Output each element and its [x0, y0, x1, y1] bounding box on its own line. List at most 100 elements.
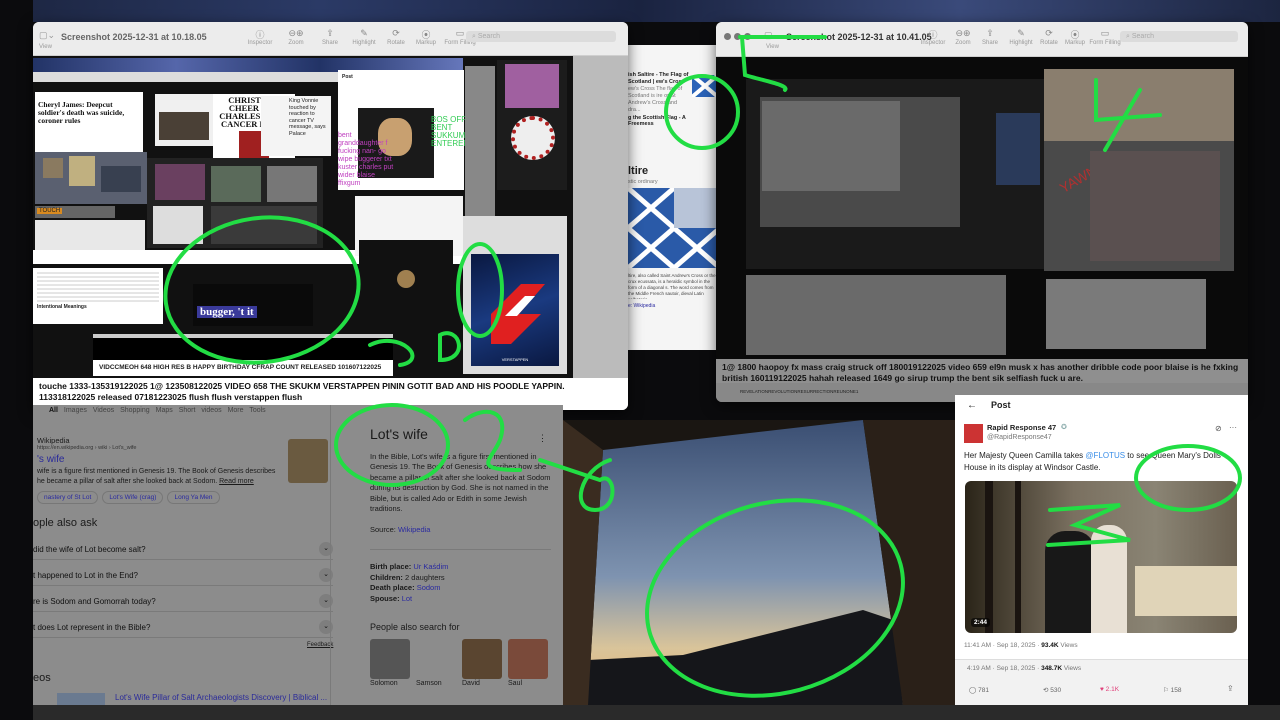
tab-tools[interactable]: Tools — [249, 407, 265, 414]
like-button[interactable]: ♥ 2.1K — [1100, 686, 1119, 693]
tab-maps[interactable]: Maps — [156, 407, 173, 414]
tab-shopping[interactable]: Shopping — [120, 407, 150, 414]
inspector-button[interactable]: ⓘ Inspector — [916, 28, 950, 46]
search-input[interactable]: ⌕ Search — [466, 31, 616, 42]
fact-label: Children: — [370, 572, 403, 582]
sidebar-toggle-icon[interactable]: ▢⌄ — [764, 30, 780, 41]
views-label: Views — [1058, 642, 1078, 649]
result-title[interactable]: 's wife — [37, 454, 277, 465]
markup-button[interactable]: ⦿ Markup — [1058, 28, 1092, 46]
window-toolbar: ▢⌄ View Screenshot 2025-12-31 at 10.41.0… — [716, 22, 1248, 57]
share-button[interactable]: ⇪ Share — [313, 28, 347, 46]
knowledge-panel: Lot's wife ⋮ In the Bible, Lot's wife is… — [330, 405, 563, 705]
related-chip[interactable]: Lot's Wife (crag) — [102, 491, 164, 504]
video-result-link[interactable]: Lot's Wife Pillar of Salt Archaeologists… — [115, 693, 327, 702]
highlight-icon: ✎ — [360, 28, 368, 38]
paa-item[interactable]: did the wife of Lot become salt? ⌄ — [33, 539, 333, 560]
result-title[interactable]: g the Scottish Flag - A Freemess — [628, 115, 690, 127]
google-search-results: All Images Videos Shopping Maps Short vi… — [33, 405, 563, 705]
reply-button[interactable]: ◯ 781 — [969, 686, 989, 694]
paa-item[interactable]: t happened to Lot in the End? ⌄ — [33, 565, 333, 586]
desktop-wallpaper-strip — [0, 0, 1280, 22]
highlight-button[interactable]: ✎ Highlight — [347, 28, 381, 46]
video-player[interactable]: 2:44 — [965, 481, 1237, 633]
grok-icon[interactable]: ⊘ — [1215, 424, 1222, 433]
related-chip[interactable]: Long Ya Men — [167, 491, 220, 504]
flag-images — [626, 186, 722, 270]
channel-name[interactable]: REVELATIONREVOLUTIONRESURRECTIONREUNONE1 — [740, 389, 858, 394]
paa-question: did the wife of Lot become salt? — [33, 545, 146, 554]
news-card: Cheryl James: Deepcut soldier's death wa… — [35, 92, 143, 152]
share-icon[interactable]: ⇪ — [1227, 684, 1234, 693]
more-icon[interactable]: ··· — [1229, 423, 1237, 432]
zoom-button[interactable]: ⊖⊕ Zoom — [279, 28, 313, 46]
share-button[interactable]: ⇪ Share — [973, 28, 1007, 46]
inspector-button[interactable]: ⓘ Inspector — [243, 28, 277, 46]
zoom-window-button[interactable] — [744, 33, 751, 40]
paa-question: t does Lot represent in the Bible? — [33, 623, 151, 632]
nested-collage — [147, 158, 323, 248]
share-icon: ⇪ — [326, 28, 334, 38]
post-label: Post — [342, 74, 353, 80]
kp-title: Lot's wife — [370, 426, 428, 442]
read-more-link[interactable]: Read more — [219, 478, 254, 485]
mention-link[interactable]: @FLOTUS — [1085, 451, 1125, 460]
fact-value: 2 daughters — [405, 572, 445, 582]
author-handle[interactable]: @RapidResponse47 — [987, 434, 1052, 441]
inspector-label: Inspector — [920, 40, 946, 46]
kp-sub: stic ordinary — [628, 179, 658, 185]
minimize-button[interactable] — [734, 33, 741, 40]
verified-badge-icon: ✪ — [1061, 424, 1067, 431]
tab-more[interactable]: More — [228, 407, 244, 414]
inspector-label: Inspector — [247, 40, 273, 46]
headline: Cheryl James: Deepcut soldier's death wa… — [38, 100, 125, 125]
paa-item[interactable]: t does Lot represent in the Bible? ⌄ — [33, 617, 333, 638]
card-text: VERSTAPPEN — [501, 357, 529, 362]
person-saul[interactable]: Saul — [508, 638, 548, 690]
author-name[interactable]: Rapid Response 47 — [987, 423, 1056, 432]
tab-images[interactable]: Images — [64, 407, 87, 414]
fact-link[interactable]: Ur Kaśdim — [413, 562, 448, 571]
videos-heading: eos — [33, 672, 51, 684]
person-david[interactable]: David — [462, 638, 502, 690]
share-icon: ⇪ — [986, 28, 994, 38]
text-part: Her Majesty Queen Camilla takes — [964, 451, 1086, 460]
form-filling-button[interactable]: ▭ Form Filling — [1088, 28, 1122, 46]
fact-link[interactable]: Lot — [402, 594, 412, 603]
source-link[interactable]: Wikipedia — [398, 525, 431, 534]
paa-item[interactable]: re is Sodom and Gomorrah today? ⌄ — [33, 591, 333, 612]
kp-source[interactable]: e: Wikipedia — [628, 303, 655, 309]
person-name: David — [462, 679, 480, 687]
tab-short-videos[interactable]: Short videos — [179, 407, 222, 414]
post-header: Post — [991, 400, 1011, 410]
search-input[interactable]: ⌕ Search — [1120, 31, 1238, 42]
repost-button[interactable]: ⟲ 530 — [1043, 686, 1061, 694]
window-toolbar: ▢⌄ View Screenshot 2025-12-31 at 10.18.0… — [33, 22, 628, 56]
sidebar-toggle-icon[interactable]: ▢⌄ — [39, 30, 55, 41]
person-solomon[interactable]: Solomon — [370, 638, 410, 690]
fact-link[interactable]: Sodom — [417, 583, 441, 592]
result-thumbnail — [288, 439, 328, 483]
kp-desc: ltire, also called Saint Andrew's Cross … — [628, 273, 716, 299]
result-snippet: ew's Cross The flag of Scotland is ire o… — [628, 86, 683, 113]
close-button[interactable] — [724, 33, 731, 40]
tab-videos[interactable]: Videos — [93, 407, 114, 414]
avatar[interactable] — [964, 424, 983, 443]
related-chip[interactable]: nastery of St Lot — [37, 491, 99, 504]
result-title[interactable]: ish Saltire - The Flag of Scotland | ew'… — [628, 72, 690, 86]
view-count: 93.4K — [1041, 642, 1059, 649]
tab-all[interactable]: All — [49, 407, 58, 414]
paa-question: t happened to Lot in the End? — [33, 571, 138, 580]
more-options-icon[interactable]: ⋮ — [538, 433, 547, 444]
screenshot-content: Cheryl James: Deepcut soldier's death wa… — [33, 56, 628, 378]
outer-post-footer: 4:19 AM · Sep 18, 2025 · 348.7K Views ◯ … — [955, 659, 1248, 705]
window-controls[interactable] — [724, 33, 754, 42]
reply-icon: ◯ — [969, 687, 977, 694]
paa-question: re is Sodom and Gomorrah today? — [33, 597, 156, 606]
sky-window-photo — [563, 420, 955, 705]
person-samson[interactable]: Samson — [416, 639, 456, 690]
markup-button[interactable]: ⦿ Markup — [409, 28, 443, 46]
bookmark-button[interactable]: ⚐ 158 — [1163, 686, 1182, 694]
back-arrow-icon[interactable]: ← — [967, 400, 977, 411]
rotate-button[interactable]: ⟳ Rotate — [379, 28, 413, 46]
